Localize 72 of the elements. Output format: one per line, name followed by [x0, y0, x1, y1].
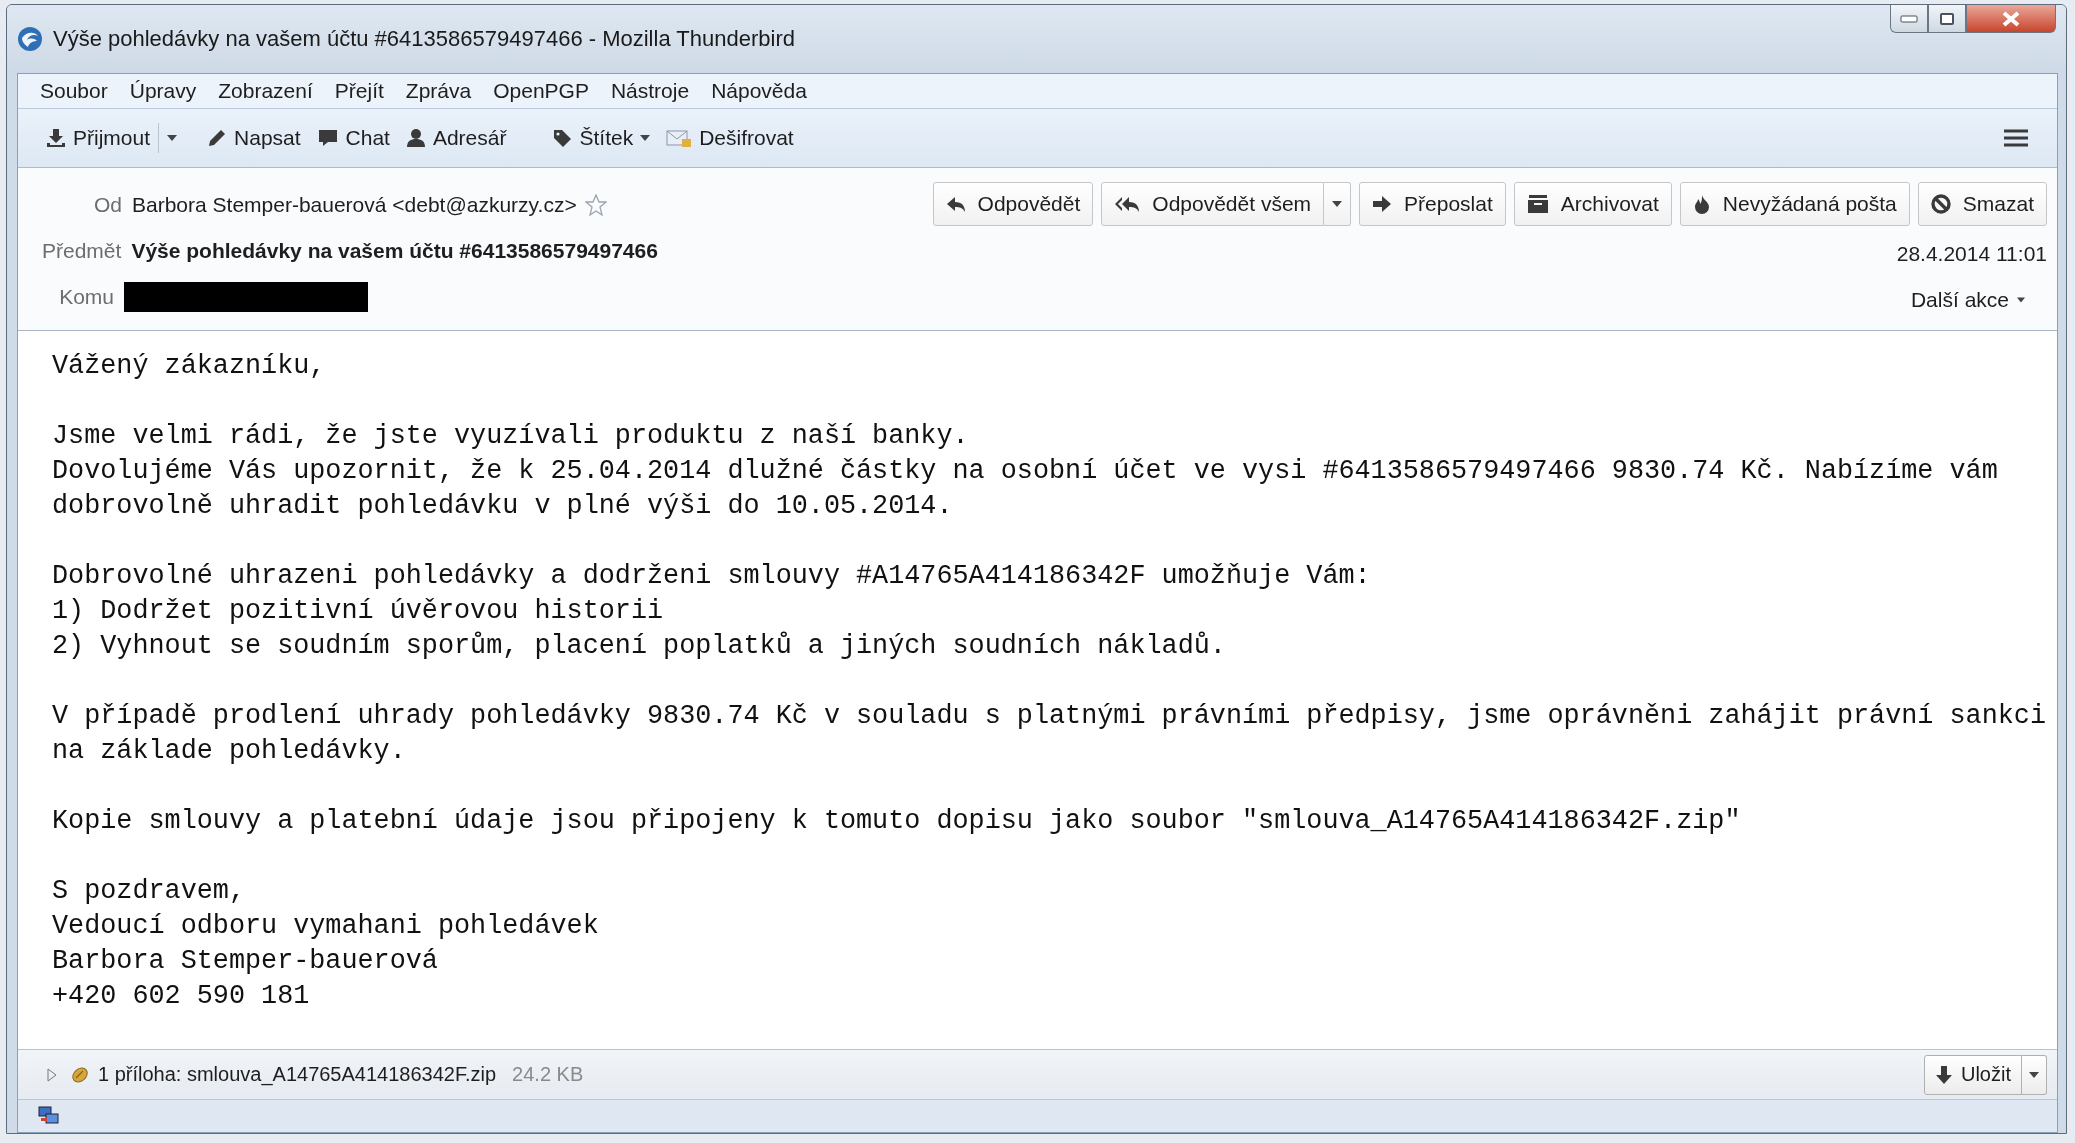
dropdown-button[interactable]	[1324, 182, 1352, 227]
caret-icon	[167, 135, 178, 141]
body-text-line: Vedoucí odboru vymahani pohledávek	[52, 910, 600, 944]
dropdown-button[interactable]	[2022, 1054, 2047, 1095]
pencil-icon	[207, 128, 228, 148]
toolbar-button[interactable]: Dešifrovat	[658, 122, 802, 154]
body-text-line: 2) Vyhnout se soudním sporům, placení poplatků a jiných soudních nákladů.	[52, 630, 1227, 664]
restore-icon	[1940, 12, 1954, 25]
body-text-line: Dovolujéme Vás upozornit, že k 25.04.2014 dlužné částky na osobní účet ve vysi #6413586579497466 9830.74 Kč. Nabízíme vám dobrovolně uhradit pohledávku v plné výši do 10.05.2014.	[52, 455, 1999, 524]
body-text-line: Dobrovolné uhrazeni pohledávky a dodrženi smlouvy #A14765A414186342F umožňuje Vám:	[52, 560, 1372, 594]
menu-icon	[2003, 128, 2029, 148]
window-title: Výše pohledávky na vašem účtu #6413586579497466 - Mozilla Thunderbird	[53, 26, 796, 52]
body-text-line: 1) Dodržet pozitivní úvěrovou historii	[52, 595, 665, 629]
caret-icon	[2017, 297, 2025, 304]
app-logo-icon	[17, 26, 43, 52]
field-label: Od	[93, 193, 122, 218]
body-text-line: V případě prodlení uhrady pohledávky 9830.74 Kč v souladu s platnými právními předpisy, jsme oprávněni zahájit právní sankci na základe pohledávky.	[52, 700, 2047, 769]
minimize-icon	[1900, 14, 1918, 23]
menu-item[interactable]: Nápověda	[711, 78, 807, 103]
menu-item[interactable]: Zobrazení	[218, 78, 313, 103]
menu-item[interactable]: Úpravy	[129, 78, 197, 103]
close-icon	[2001, 10, 2021, 27]
save-button[interactable]: Uložit	[1924, 1054, 2022, 1095]
body-text-line: Vážený zákazníku,	[52, 350, 327, 384]
attachment-name[interactable]: 1 příloha: smlouva_A14765A414186342F.zip	[98, 1063, 497, 1087]
caret-icon	[640, 135, 651, 141]
toolbar-button[interactable]: Napsat	[199, 122, 309, 154]
menu-item[interactable]: Zpráva	[405, 78, 472, 103]
field-label: Komu	[58, 285, 114, 310]
body-text-line: Barbora Stemper-bauerová	[52, 945, 439, 979]
toolbar-button[interactable]: Adresář	[397, 122, 515, 154]
chat-bubble-icon	[316, 128, 339, 148]
prohibited-icon	[1930, 194, 1951, 215]
reply-all-arrow-icon	[1114, 195, 1141, 214]
body-text-line: S pozdravem,	[52, 875, 246, 909]
caret-icon	[1332, 201, 1343, 208]
more-actions-button[interactable]: Další akce	[1910, 288, 2047, 313]
toolbar-button[interactable]: Štítek	[544, 122, 659, 154]
tag-icon	[552, 128, 573, 148]
body-text-line: +420 602 590 181	[52, 980, 311, 1014]
minimize-button[interactable]	[1890, 5, 1928, 33]
menu-item[interactable]: OpenPGP	[493, 78, 589, 103]
forward-arrow-icon	[1372, 195, 1393, 214]
action-button[interactable]: Přeposlat	[1359, 182, 1506, 227]
close-button[interactable]	[1966, 5, 2056, 33]
archive-box-icon	[1526, 194, 1549, 215]
attachment-size: 24.2 KB	[512, 1063, 584, 1087]
download-icon	[46, 128, 66, 148]
action-button[interactable]: Archivovat	[1513, 182, 1672, 227]
maximize-button[interactable]	[1928, 5, 1966, 33]
body-text-line: Kopie smlouvy a platební údaje jsou připojeny k tomuto dopisu jako soubor "smlouva_A14765A414186342F.zip"	[52, 805, 1742, 839]
body-text-line: Jsme velmi rádi, že jste vyuzívali produktu z naší banky.	[52, 420, 970, 454]
reply-arrow-icon	[945, 195, 966, 214]
sender-address[interactable]: Barbora Stemper-bauerová <debt@azkurzy.cz>	[132, 193, 577, 218]
menu-item[interactable]: Nástroje	[610, 78, 690, 103]
menu-item[interactable]: Soubor	[40, 78, 108, 103]
menu-item[interactable]: Přejít	[334, 78, 384, 103]
caret-icon	[2029, 1071, 2039, 1078]
action-button[interactable]: Smazat	[1917, 182, 2047, 227]
person-icon	[405, 128, 426, 148]
toolbar-button[interactable]: Chat	[308, 122, 398, 154]
action-button[interactable]: Odpovědět všem	[1101, 182, 1325, 227]
action-button[interactable]: Odpovědět	[932, 182, 1094, 227]
message-date: 28.4.2014 11:01	[1896, 242, 2047, 268]
download-arrow-icon	[1935, 1064, 1953, 1085]
network-computers-icon	[38, 1106, 60, 1126]
flame-icon	[1692, 194, 1711, 215]
action-button[interactable]: Nevyžádaná pošta	[1679, 182, 1910, 227]
field-label: Předmět	[41, 239, 122, 264]
toolbar-button[interactable]: Přijmout	[38, 122, 159, 154]
envelope-key-icon	[666, 128, 693, 148]
message-subject: Výše pohledávky na vašem účtu #6413586579497466	[131, 239, 658, 264]
